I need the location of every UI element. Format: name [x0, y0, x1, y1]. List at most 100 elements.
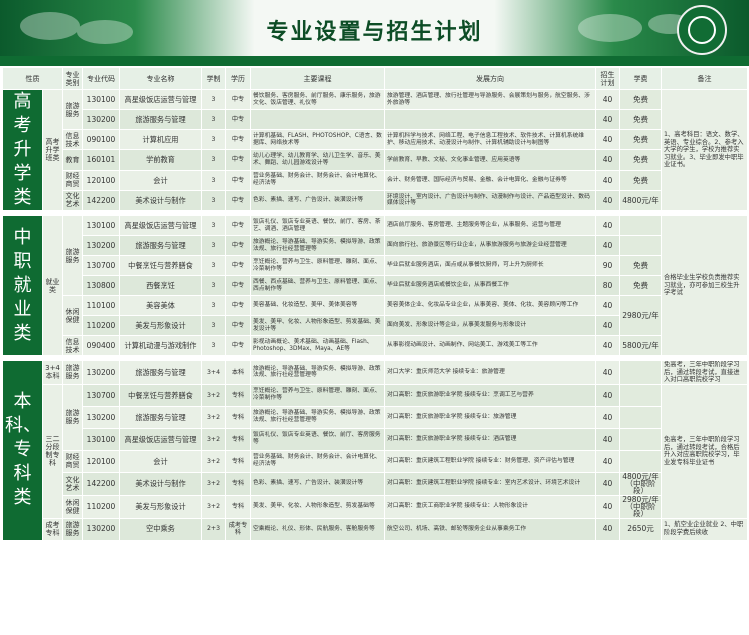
courses-cell: 烹饪概论、营养与卫生、原料管理、雕刻、面点、冷菜制作等 — [250, 255, 385, 276]
name-cell: 高星级饭店运营与管理 — [119, 215, 202, 236]
level-cell: 专科 — [225, 494, 251, 519]
courses-cell: 色彩、素描、速写、广告设计、装潢设计等 — [250, 471, 385, 496]
table-row: 财经商贸 120100 会计 3+2 专科 营业务基础、财务会计、财务会计、会计… — [3, 449, 748, 473]
code-cell: 120100 — [82, 169, 120, 191]
group-label: 休闲保健 — [62, 494, 83, 519]
name-cell: 美容美体 — [119, 295, 202, 316]
years-cell: 2+3 — [201, 517, 226, 541]
name-cell: 会计 — [119, 449, 202, 473]
nature-label: 3+4本科 — [42, 360, 63, 385]
direction-cell: 对口高职：重庆旅游职业学院 接续专业：烹调工艺与营养 — [384, 383, 596, 407]
courses-cell: 美发、美甲、化妆、人物形象造型、剪发基础等 — [250, 494, 385, 519]
code-cell: 110100 — [82, 295, 120, 316]
col-level: 学历 — [225, 67, 251, 90]
section-band-benke: 本科、专科类 — [2, 360, 43, 541]
nature-label: 成考专科 — [42, 517, 63, 541]
direction-cell: 对口高职：重庆建筑工程职业学院 接续专业：室内艺术设计、环境艺术设计 — [384, 471, 596, 496]
fee-cell: 免费 — [619, 255, 662, 276]
code-cell: 160101 — [82, 149, 120, 171]
level-cell: 专科 — [225, 383, 251, 407]
table-row: 130100 高星级饭店运营与管理 3+2 专科 饭店礼仪、饭店专业英语、餐饮、… — [3, 427, 748, 451]
code-cell: 130700 — [82, 383, 120, 407]
table-row: 教育 160101 学前教育 3 中专 幼儿心理学、幼儿教育学、幼儿卫生学、音乐… — [3, 149, 748, 171]
level-cell: 专科 — [225, 449, 251, 473]
direction-cell: 计算机科学与技术、网络工程、电子信息工程技术、软件技术、计算机系统维护、移动应用… — [384, 129, 596, 151]
name-cell: 空中乘务 — [119, 517, 202, 541]
fee-cell: 2650元 — [619, 517, 662, 541]
years-cell: 3+2 — [201, 405, 226, 429]
table-row: 130200 旅游服务与管理 3 中专 旅游概论、导游基础、导游实务、模拟导游、… — [3, 235, 748, 256]
level-cell: 中专 — [225, 235, 251, 256]
plan-cell: 40 — [595, 295, 620, 316]
direction-cell: 对口高职：重庆旅游职业学院 接续专业：酒店管理 — [384, 427, 596, 451]
enrollment-page: { "page": {"title": "专业设置与招生计划"}, "heade… — [0, 0, 749, 635]
plan-cell: 40 — [595, 427, 620, 451]
col-note: 备注 — [661, 67, 748, 90]
plan-cell: 40 — [595, 109, 620, 131]
plan-cell: 40 — [595, 360, 620, 385]
fee-cell: 4800元/年 — [619, 189, 662, 212]
plan-cell: 40 — [595, 383, 620, 407]
plan-cell: 90 — [595, 255, 620, 276]
years-cell: 3+2 — [201, 449, 226, 473]
group-label: 信息技术 — [62, 129, 83, 151]
plan-cell: 40 — [595, 88, 620, 111]
courses-cell: 美发、美甲、化妆、人物形象造型、剪发基础、美发设计等 — [250, 315, 385, 336]
section-band-gaokao: 高考升学类 — [2, 89, 43, 211]
group-label: 信息技术 — [62, 335, 83, 356]
table-row: 休闲保健 110100 美容美体 3 中专 美容基础、化妆造型、美甲、美体美容等… — [3, 295, 748, 336]
direction-cell: 旅游管理、酒店管理、旅行社管理与导游服务、会展策划与服务，航空服务、涉外旅游等 — [384, 88, 596, 111]
name-cell: 美术设计与制作 — [119, 189, 202, 212]
code-cell: 090400 — [82, 335, 120, 356]
level-cell: 中专 — [225, 88, 251, 111]
courses-cell: 饭店礼仪、饭店专业英语、餐饮、前厅、客房、茶艺、调酒、酒店管理 — [250, 215, 385, 236]
table-row: 成考专科 旅游服务 130200 空中乘务 2+3 成考专科 空乘概论、礼仪、形… — [3, 517, 748, 541]
title-banner: 专业设置与招生计划 — [0, 0, 749, 56]
code-cell: 130800 — [82, 275, 120, 296]
direction-cell: 美容美体企业、化妆品专业企业，从事美容、美体、化妆、美容顾问等工作 — [384, 295, 596, 316]
code-cell: 130200 — [82, 109, 120, 131]
table-row: 本科、专科类 3+4本科 旅游服务 130200 旅游服务与管理 3+4 本科 … — [2, 360, 748, 541]
group-label: 旅游服务 — [62, 360, 83, 385]
note-cell: 免高考，三年中职阶段学习后，通过转段考试，合格后升入对应高职院校学习，毕业发专科… — [661, 383, 748, 519]
direction-cell: 毕业后就业服务酒店，面点或从事餐饮厨师，可上升为厨师长 — [384, 255, 596, 276]
years-cell: 3+2 — [201, 494, 226, 519]
name-cell: 计算机动漫与游戏制作 — [119, 335, 202, 356]
fee-cell — [619, 360, 662, 385]
direction-cell: 从事影视动画设计、动画制作、网站美工、游戏美工等工作 — [384, 335, 596, 356]
years-cell: 3 — [201, 109, 226, 131]
level-cell: 专科 — [225, 405, 251, 429]
years-cell: 3 — [201, 235, 226, 256]
level-cell: 中专 — [225, 129, 251, 151]
name-cell: 中餐烹饪与营养膳食 — [119, 383, 202, 407]
code-cell: 120100 — [82, 449, 120, 473]
code-cell: 142200 — [82, 189, 120, 212]
table-row: 高考升学类 高考升学班类 旅游服务 130100 高星级饭店运营与管理 3 中专… — [2, 88, 748, 211]
plan-cell: 40 — [595, 315, 620, 336]
direction-cell: 对口大学：重庆师范大学 接续专业：旅游管理 — [384, 360, 596, 385]
years-cell: 3 — [201, 189, 226, 212]
fee-cell — [619, 235, 662, 256]
plan-cell: 40 — [595, 335, 620, 356]
level-cell: 中专 — [225, 255, 251, 276]
table-row: 130800 西餐烹饪 3 中专 西餐、西点基础、营养与卫生、原料管理、面点、西… — [3, 275, 748, 296]
name-cell: 美术设计与制作 — [119, 471, 202, 496]
fee-cell: 免费 — [619, 169, 662, 191]
level-cell: 中专 — [225, 169, 251, 191]
courses-cell: 旅游概论、导游基础、导游实务、模拟导游、政策法规、旅行社经营管理等 — [250, 235, 385, 256]
direction-cell: 对口高职：重庆工商职业学院 接续专业：人物形象设计 — [384, 494, 596, 519]
note-cell: 合格毕业生学校负责推荐实习就业，亦可参加三校生升学考试 — [661, 215, 748, 356]
col-courses: 主要课程 — [250, 67, 385, 90]
name-cell: 美发与形象设计 — [119, 315, 202, 336]
table-row: 文化艺术 142200 美术设计与制作 3 中专 色彩、素描、速写、广告设计、装… — [3, 189, 748, 212]
level-cell: 中专 — [225, 275, 251, 296]
group-label: 文化艺术 — [62, 189, 83, 212]
group-label: 休闲保健 — [62, 295, 83, 336]
plan-cell: 40 — [595, 169, 620, 191]
col-years: 学制 — [201, 67, 226, 90]
courses-cell: 计算机基础、FLASH、PHOTOSHOP、C语言、数据库、网络技术等 — [250, 129, 385, 151]
code-cell: 142200 — [82, 471, 120, 496]
code-cell: 110200 — [82, 315, 120, 336]
courses-cell: 色彩、素描、速写、广告设计、装潢设计等 — [250, 189, 385, 212]
col-name: 专业名称 — [119, 67, 202, 90]
